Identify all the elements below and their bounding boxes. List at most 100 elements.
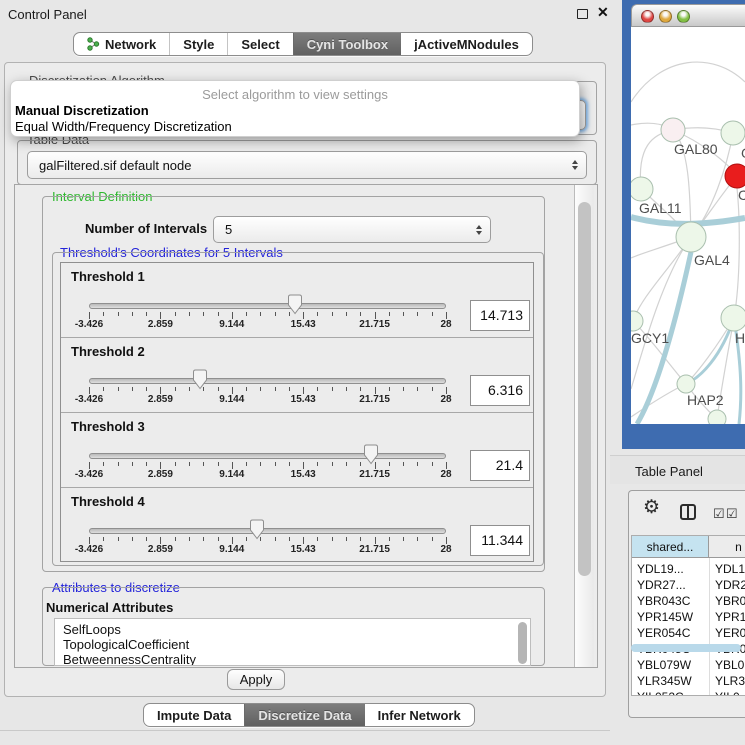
network-node-pink[interactable] [661,118,685,142]
network-edge[interactable] [631,384,686,417]
tick-label: 28 [423,469,469,480]
combo-arrows-icon [476,217,482,242]
float-icon[interactable] [577,9,588,19]
table-cell[interactable]: YPR145W [637,610,693,624]
top-tab-bar: NetworkStyleSelect Cyni Toolbox jActiveMNo… [73,32,533,56]
threshold-value-field[interactable]: 6.316 [470,375,530,406]
table-horizontal-scrollbar[interactable] [631,644,741,652]
table-cell[interactable]: YIL0 [715,690,740,696]
tab-discretize-data[interactable]: Discretize Data [244,704,364,726]
node-table[interactable]: shared...n YDL19... YDL1 YDR27... YDR2 YBR043… [631,535,745,696]
table-cell[interactable]: YBL0 [715,658,744,672]
table-cell[interactable]: YLR345W [637,674,692,688]
tab-jactivemnodules[interactable]: jActiveMNodules [401,33,532,55]
attribute-list-item[interactable]: BetweennessCentrality [63,652,196,666]
network-node-green[interactable] [721,121,745,145]
minimize-traffic-light-icon[interactable] [659,10,672,23]
table-cell[interactable]: YBR043C [637,594,690,608]
slider-thumb[interactable] [363,444,379,465]
minor-tick [417,537,418,541]
minor-tick [246,462,247,466]
algorithm-option-equal-width-frequency-discretization[interactable]: Equal Width/Frequency Discretization [15,119,232,134]
major-tick [375,537,376,544]
threshold-row: Threshold 3-3.4262.8599.14415.4321.71528… [61,413,533,488]
table-cell[interactable]: YIL052C [637,690,684,696]
table-cell[interactable]: YDL19... [637,562,684,576]
slider-track[interactable] [89,528,446,534]
tab-select[interactable]: Select [227,33,292,55]
minor-tick [346,387,347,391]
minor-tick [275,537,276,541]
algorithm-option-manual-discretization[interactable]: Manual Discretization [15,103,149,118]
number-of-intervals-combobox[interactable]: 5 [213,216,491,243]
table-cell[interactable]: YBL079W [637,658,691,672]
network-node-green[interactable] [721,305,745,331]
network-node-green[interactable] [708,410,726,424]
numerical-attributes-list[interactable]: SelfLoopsTopologicalCoefficientBetweenne… [54,618,531,666]
column-layout-icon[interactable] [680,504,696,520]
table-cell[interactable]: YER0 [715,626,745,640]
network-edge[interactable] [631,62,745,102]
slider-thumb[interactable] [192,369,208,390]
slider-track[interactable] [89,303,446,309]
node-label-gal4: GAL4 [694,252,730,268]
major-tick [446,462,447,469]
minor-tick [346,537,347,541]
slider-thumb[interactable] [287,294,303,315]
threshold-value-field[interactable]: 21.4 [470,450,530,481]
network-edge[interactable] [734,188,739,318]
table-cell[interactable]: YBR0 [715,594,745,608]
network-window-titlebar[interactable] [631,4,745,27]
slider-thumb[interactable] [249,519,265,540]
column-header-n[interactable]: n [709,536,745,558]
minor-tick [103,537,104,541]
gear-icon[interactable]: ⚙ [643,496,660,519]
table-cell[interactable]: YPR1 [715,610,745,624]
tab-infer-network[interactable]: Infer Network [365,704,474,726]
network-node-red[interactable] [725,164,745,188]
minor-tick [289,462,290,466]
attribute-list-item[interactable]: SelfLoops [63,622,121,637]
zoom-traffic-light-icon[interactable] [677,10,690,23]
network-node-green[interactable] [676,222,706,252]
table-data-combobox[interactable]: galFiltered.sif default node [27,151,587,179]
table-cell[interactable]: YDR27... [637,578,686,592]
minor-tick [332,387,333,391]
node-label-gal80: GAL80 [674,141,718,157]
threshold-value-field[interactable]: 14.713 [470,300,530,331]
tab-style[interactable]: Style [169,33,227,55]
list-scrollbar-thumb[interactable] [518,622,527,664]
column-header-shared[interactable]: shared... [632,536,709,558]
threshold-rows-container: Threshold 1-3.4262.8599.14415.4321.71528… [60,262,534,562]
scrollbar-thumb[interactable] [578,202,591,576]
threshold-value-field[interactable]: 11.344 [470,525,530,556]
close-icon[interactable]: ✕ [597,4,609,21]
tab-label: Cyni Toolbox [307,37,388,52]
network-node-green[interactable] [631,177,653,201]
network-node-green[interactable] [677,375,695,393]
close-traffic-light-icon[interactable] [641,10,654,23]
apply-button[interactable]: Apply [227,669,285,690]
checkbox-icon[interactable]: ☑ [713,506,725,522]
attribute-list-item[interactable]: TopologicalCoefficient [63,637,189,652]
table-cell[interactable]: YDR2 [715,578,745,592]
table-cell[interactable]: YLR3 [715,674,745,688]
network-node-green[interactable] [631,311,643,331]
main-vertical-scrollbar[interactable] [574,185,594,667]
minor-tick [317,312,318,316]
slider-track[interactable] [89,453,446,459]
minor-tick [132,387,133,391]
minor-tick [175,387,176,391]
minor-tick [218,462,219,466]
tab-cyni-toolbox[interactable]: Cyni Toolbox [293,33,401,55]
slider-track[interactable] [89,378,446,384]
table-cell[interactable]: YDL1 [715,562,745,576]
tab-network[interactable]: Network [74,33,169,55]
tick-label: 15.43 [280,469,326,480]
tab-impute-data[interactable]: Impute Data [144,704,244,726]
threshold-label: Threshold 2 [71,344,145,359]
table-cell[interactable]: YER054C [637,626,690,640]
minor-tick [103,387,104,391]
network-canvas[interactable]: GAL80GACGAL11GAL4GCY1HHAP2 [631,27,745,424]
checkbox-icon[interactable]: ☑ [726,506,738,522]
